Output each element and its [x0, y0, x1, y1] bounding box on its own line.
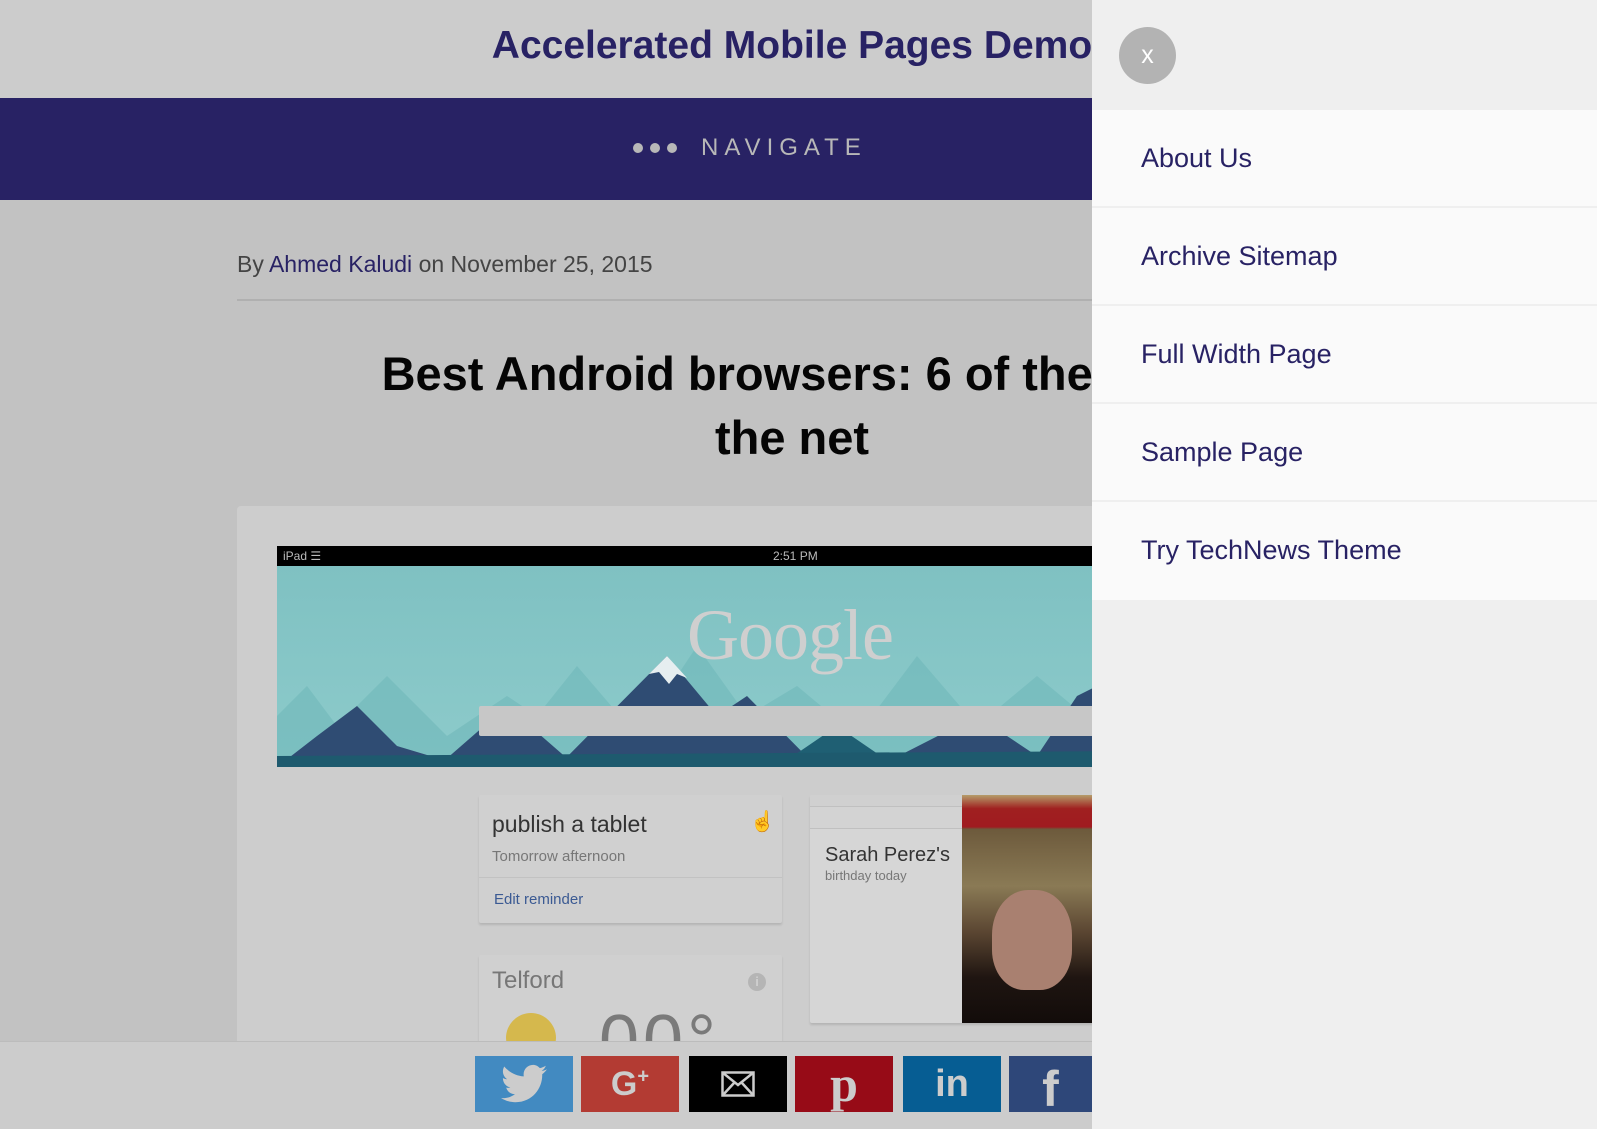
- byline: By Ahmed Kaludi on November 25, 2015: [237, 251, 653, 278]
- share-email-button[interactable]: [689, 1056, 787, 1112]
- navigate-label: NAVIGATE: [701, 134, 867, 161]
- share-facebook-button[interactable]: f: [1009, 1056, 1092, 1112]
- person-face: [992, 890, 1072, 990]
- sidebar-menu: About Us Archive Sitemap Full Width Page…: [1092, 110, 1597, 600]
- birthday-card: Sarah Perez's birthday today: [810, 795, 1137, 1023]
- byline-divider: [237, 299, 1097, 301]
- wifi-icon: ☰: [310, 549, 322, 563]
- menu-item-full-width-page[interactable]: Full Width Page: [1092, 306, 1597, 404]
- ipad-status-bar: iPad ☰ 2:51 PM: [277, 546, 1137, 566]
- menu-item-try-technews-theme[interactable]: Try TechNews Theme: [1092, 502, 1597, 600]
- pinterest-icon: p: [830, 1056, 858, 1112]
- birthday-name: Sarah Perez's: [825, 844, 950, 866]
- author-link[interactable]: Ahmed Kaludi: [269, 251, 412, 277]
- email-icon: [721, 1071, 755, 1097]
- post-title-line1: Best Android browsers: 6 of the best: [381, 347, 1203, 400]
- reminder-time: Tomorrow afternoon: [492, 848, 626, 865]
- edit-reminder-link: Edit reminder: [494, 891, 584, 908]
- menu-item-about-us[interactable]: About Us: [1092, 110, 1597, 208]
- linkedin-icon: in: [935, 1062, 969, 1105]
- stacked-card: [810, 795, 962, 807]
- google-hero-banner: Google: [277, 566, 1137, 767]
- weather-location: Telford: [492, 967, 565, 994]
- nav-bar: [0, 98, 1092, 200]
- status-carrier: iPad ☰: [283, 549, 322, 563]
- weather-card: Telford i 00°: [479, 955, 782, 1046]
- post-title-line2: the net: [714, 411, 870, 464]
- share-twitter-button[interactable]: [475, 1056, 573, 1112]
- share-pinterest-button[interactable]: p: [795, 1056, 893, 1112]
- google-logo: Google: [687, 595, 894, 675]
- info-icon: i: [748, 973, 766, 991]
- google-plus-icon: G+: [610, 1064, 650, 1103]
- birthday-subtitle: birthday today: [825, 868, 907, 883]
- reminder-finger-icon: ☝: [750, 811, 775, 833]
- share-linkedin-button[interactable]: in: [903, 1056, 1001, 1112]
- share-google-plus-button[interactable]: G+: [581, 1056, 679, 1112]
- menu-item-sample-page[interactable]: Sample Page: [1092, 404, 1597, 502]
- reminder-divider: [479, 877, 782, 878]
- twitter-icon: [501, 1064, 547, 1103]
- more-dots-icon: [633, 143, 677, 153]
- stacked-card: [810, 807, 962, 829]
- byline-prefix: By: [237, 251, 264, 277]
- facebook-icon: f: [1042, 1061, 1059, 1112]
- reminder-card: publish a tablet ☝ Tomorrow afternoon Ed…: [479, 795, 782, 923]
- featured-image: iPad ☰ 2:51 PM Google publish a tablet ☝…: [237, 506, 1137, 1046]
- weather-temperature: 00°: [599, 1001, 720, 1046]
- status-time: 2:51 PM: [773, 549, 818, 563]
- menu-item-archive-sitemap[interactable]: Archive Sitemap: [1092, 208, 1597, 306]
- byline-date: on November 25, 2015: [418, 251, 653, 277]
- close-sidebar-button[interactable]: x: [1119, 27, 1176, 84]
- google-search-box: [479, 706, 1137, 736]
- navigate-button[interactable]: NAVIGATE: [633, 134, 867, 162]
- reminder-title: publish a tablet: [492, 811, 647, 837]
